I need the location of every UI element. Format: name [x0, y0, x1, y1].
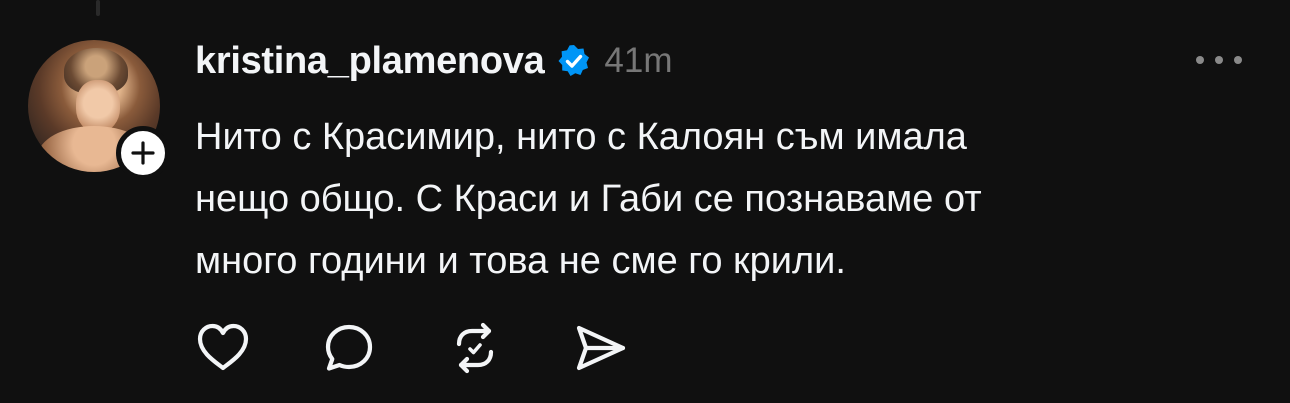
- post-body: Нито с Красимир, нито с Калоян съм имала…: [195, 106, 1235, 292]
- post-text-line: много години и това не сме го крили.: [195, 240, 846, 282]
- avatar-container[interactable]: [28, 40, 170, 180]
- more-horizontal-icon: [1196, 56, 1204, 64]
- post-header: kristina_plamenova 41m: [195, 36, 673, 86]
- more-options-button[interactable]: [1196, 48, 1242, 72]
- share-button[interactable]: [568, 318, 634, 378]
- plus-icon: [131, 141, 155, 165]
- verified-badge: [556, 43, 592, 79]
- post-actions: [190, 318, 634, 378]
- more-horizontal-icon: [1234, 56, 1242, 64]
- comment-icon: [325, 324, 373, 371]
- post-text-line: Нито с Красимир, нито с Калоян съм имала: [195, 116, 967, 158]
- more-horizontal-icon: [1215, 56, 1223, 64]
- reply-button[interactable]: [316, 318, 382, 378]
- send-icon: [576, 325, 626, 371]
- repost-icon: [456, 322, 494, 374]
- like-button[interactable]: [190, 318, 256, 378]
- repost-button[interactable]: [442, 318, 508, 378]
- thread-connector-line: [96, 0, 100, 16]
- post-timestamp: 41m: [604, 41, 673, 80]
- avatar-face: [76, 80, 120, 132]
- author-username[interactable]: kristina_plamenova: [195, 40, 545, 83]
- post-text-line: нещо общо. С Краси и Габи се познаваме о…: [195, 178, 982, 220]
- follow-button[interactable]: [116, 126, 170, 180]
- verified-badge-icon: [558, 45, 590, 76]
- heart-icon: [197, 323, 249, 371]
